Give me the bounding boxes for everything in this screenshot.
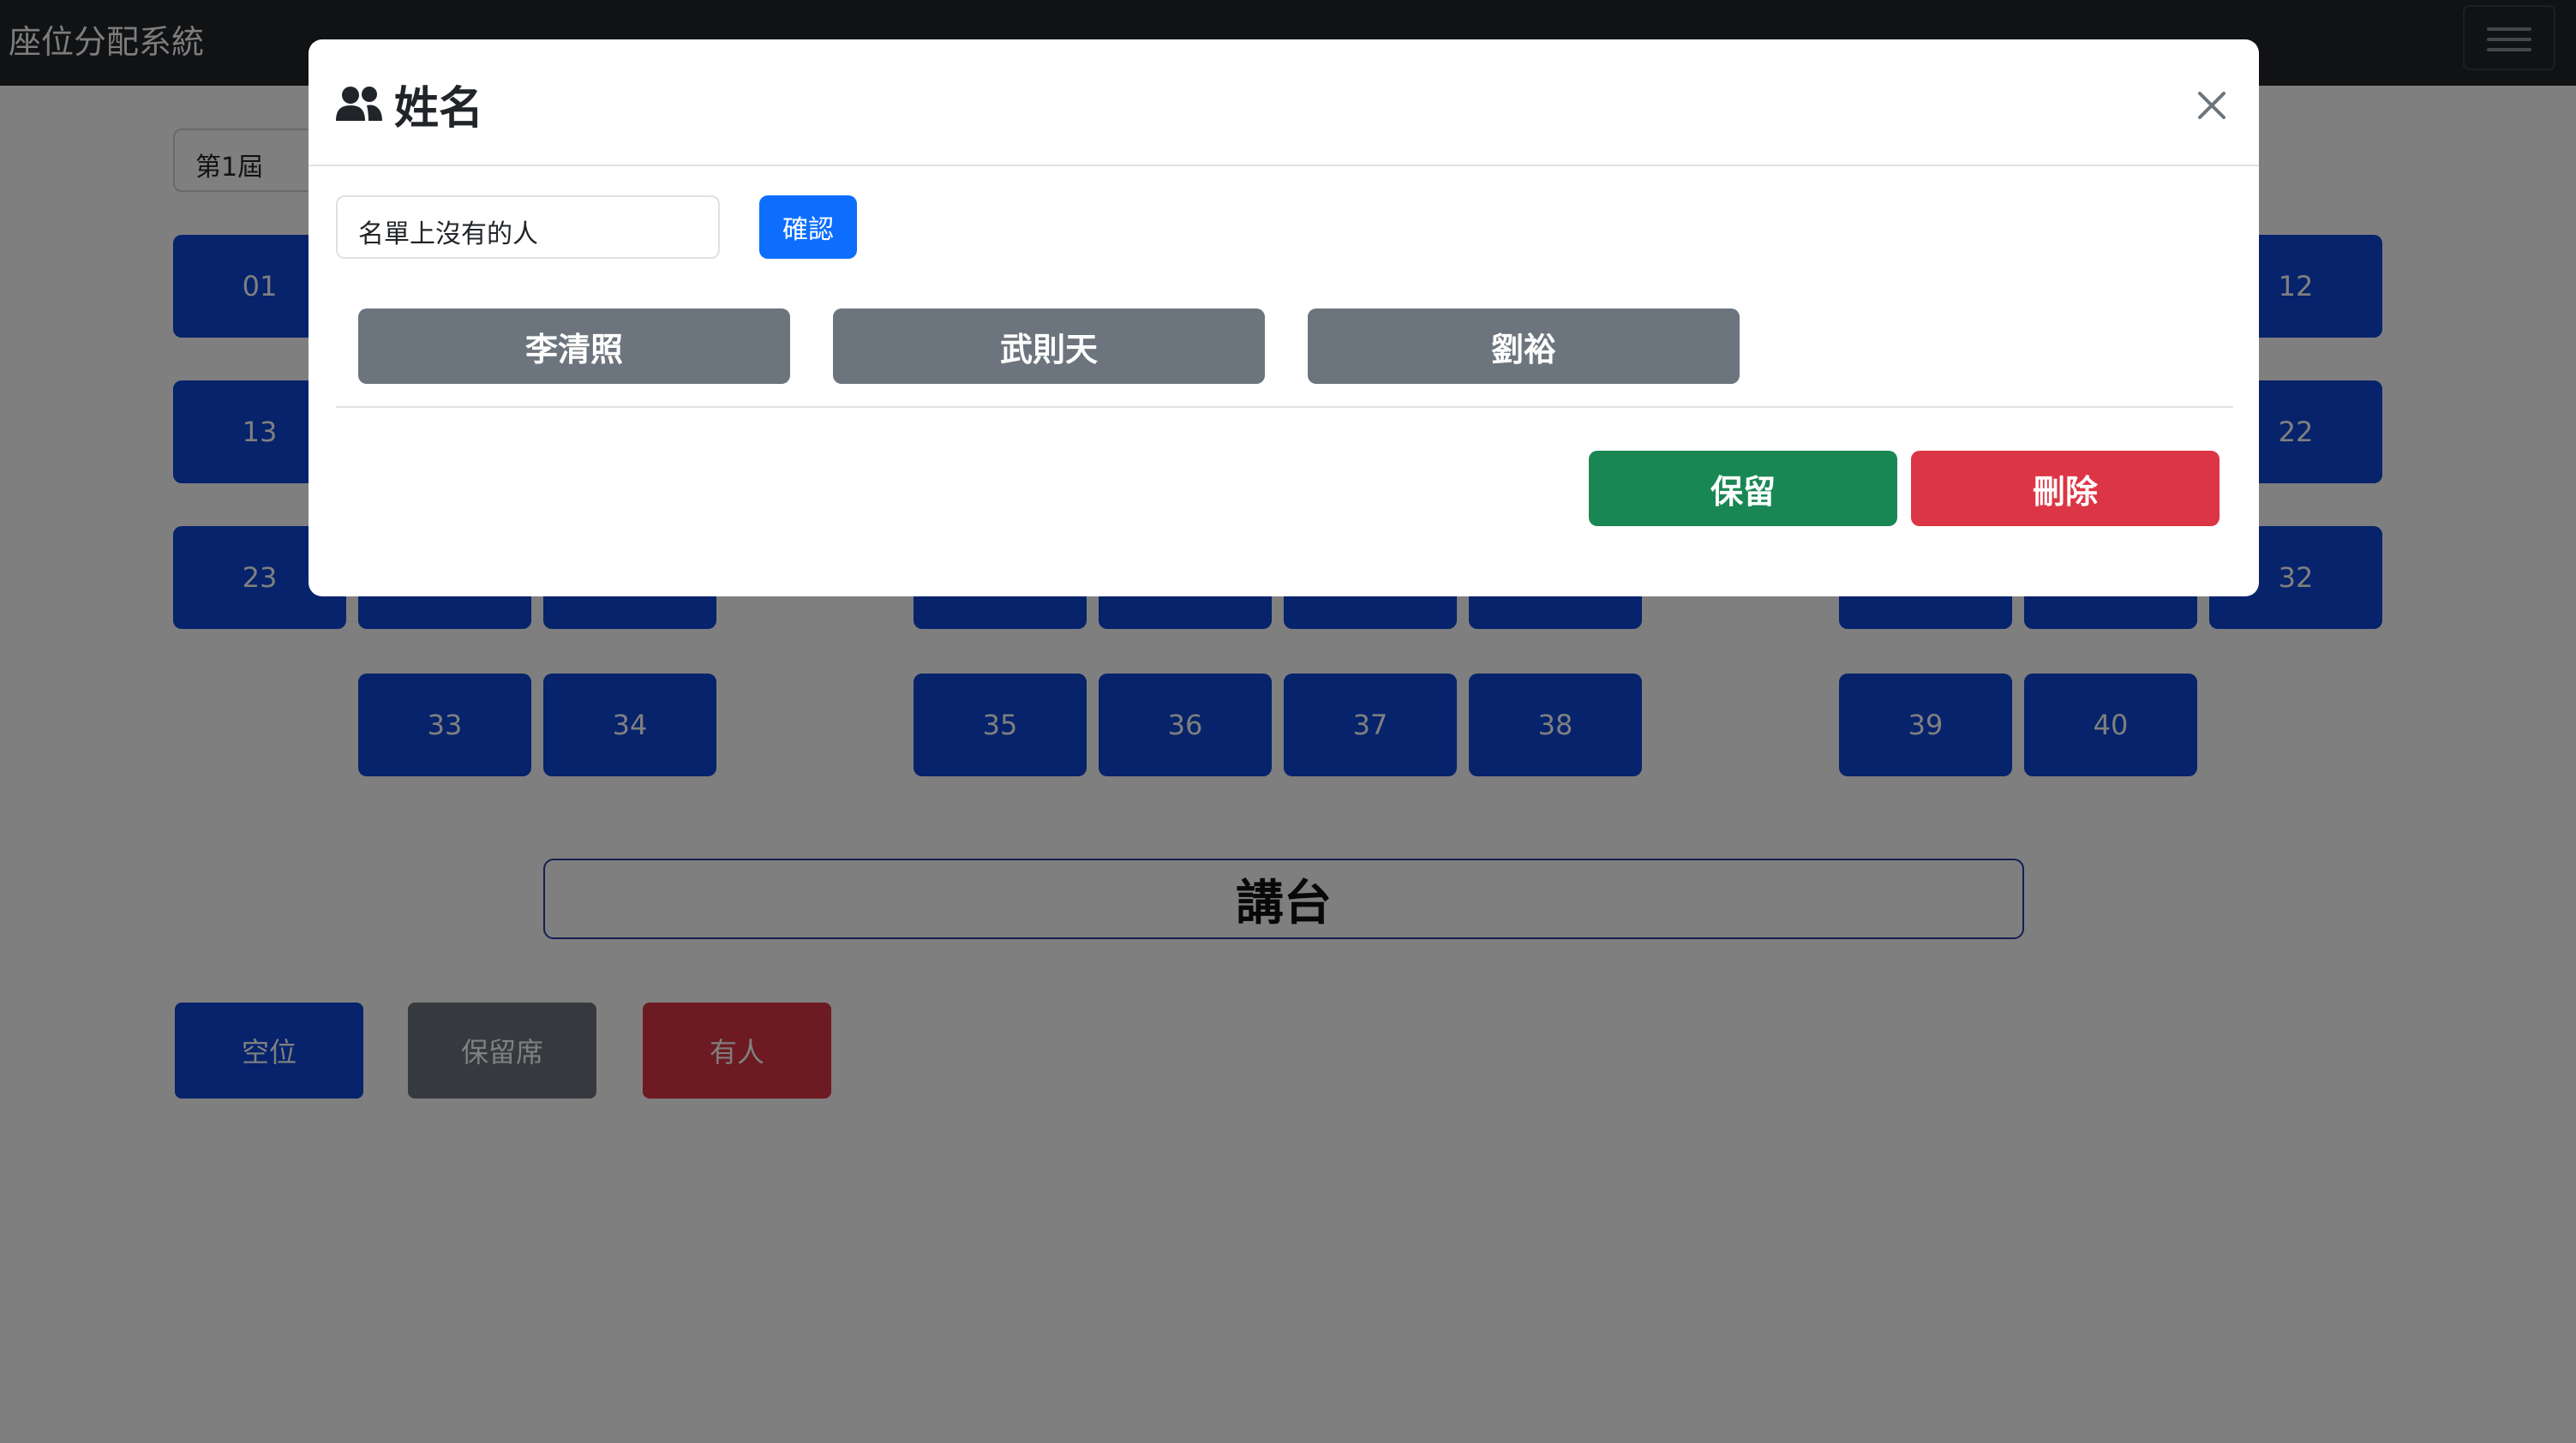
name-option-button[interactable]: 劉裕 <box>1308 308 1740 384</box>
close-icon <box>2198 92 2226 119</box>
modal-title: 姓名 <box>334 74 484 135</box>
close-button[interactable] <box>2190 84 2233 127</box>
modal-title-text: 姓名 <box>394 82 484 135</box>
name-option-button[interactable]: 武則天 <box>833 308 1265 384</box>
people-icon <box>336 87 382 121</box>
modal-header: 姓名 <box>309 39 2259 166</box>
name-input[interactable]: 名單上沒有的人 <box>336 195 720 259</box>
name-modal: 姓名 名單上沒有的人 確認 李清照 武則天 劉裕 保留 刪除 <box>309 39 2259 596</box>
confirm-button[interactable]: 確認 <box>759 195 857 259</box>
delete-button[interactable]: 刪除 <box>1911 451 2220 526</box>
name-option-button[interactable]: 李清照 <box>358 308 790 384</box>
reserve-button[interactable]: 保留 <box>1589 451 1897 526</box>
divider <box>336 406 2233 408</box>
